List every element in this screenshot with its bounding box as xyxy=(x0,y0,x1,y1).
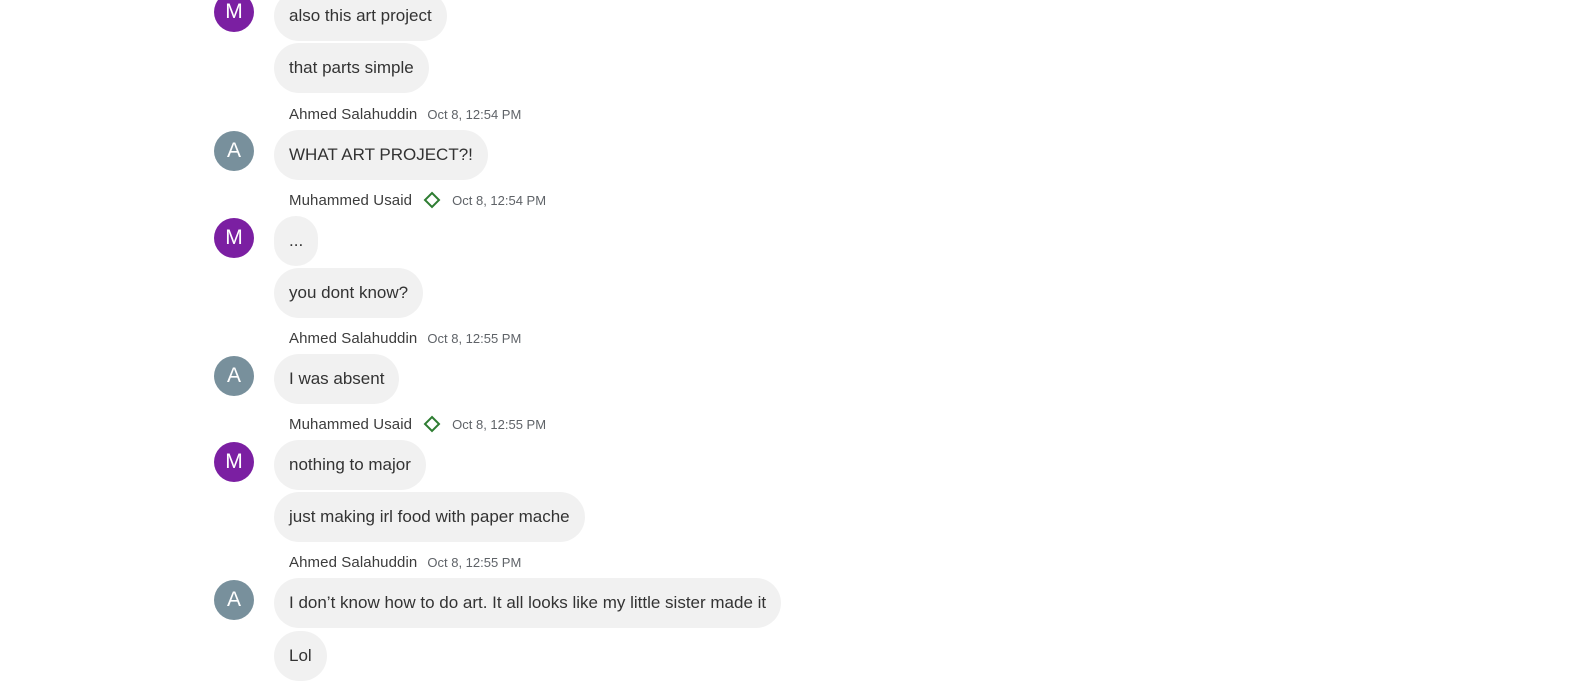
message-header: Ahmed Salahuddin Oct 8, 12:54 PM xyxy=(289,104,521,124)
message-header: Muhammed Usaid Oct 8, 12:54 PM xyxy=(289,190,546,210)
message-bubble[interactable]: you dont know? xyxy=(274,268,424,318)
message-bubble[interactable]: I don’t know how to do art. It all looks… xyxy=(274,578,782,628)
message-header: Ahmed Salahuddin Oct 8, 12:55 PM xyxy=(289,328,521,348)
message-bubble[interactable]: also this art project xyxy=(274,0,447,41)
sender-name[interactable]: Ahmed Salahuddin xyxy=(289,554,417,571)
message-bubble[interactable]: ... xyxy=(274,216,319,266)
message-bubble[interactable]: just making irl food with paper mache xyxy=(274,492,585,542)
diamond-outline-icon xyxy=(423,191,441,209)
message-bubble[interactable]: I was absent xyxy=(274,354,400,404)
sender-name[interactable]: Muhammed Usaid xyxy=(289,192,412,209)
diamond-outline-icon xyxy=(423,415,441,433)
message-bubble[interactable]: that parts simple xyxy=(274,43,429,93)
avatar[interactable]: A xyxy=(214,131,254,171)
message-bubble[interactable]: nothing to major xyxy=(274,440,426,490)
avatar[interactable]: M xyxy=(214,442,254,482)
message-bubble[interactable]: Lol xyxy=(274,631,327,681)
sender-name[interactable]: Ahmed Salahuddin xyxy=(289,330,417,347)
message-header: Ahmed Salahuddin Oct 8, 12:55 PM xyxy=(289,552,521,572)
sender-name[interactable]: Muhammed Usaid xyxy=(289,416,412,433)
message-timestamp: Oct 8, 12:54 PM xyxy=(452,192,547,208)
message-header: Muhammed Usaid Oct 8, 12:55 PM xyxy=(289,414,546,434)
message-timestamp: Oct 8, 12:54 PM xyxy=(427,106,522,122)
message-timestamp: Oct 8, 12:55 PM xyxy=(427,554,522,570)
message-bubble[interactable]: WHAT ART PROJECT?! xyxy=(274,130,488,180)
avatar[interactable]: M xyxy=(214,0,254,32)
avatar[interactable]: A xyxy=(214,356,254,396)
message-timestamp: Oct 8, 12:55 PM xyxy=(427,330,522,346)
sender-name[interactable]: Ahmed Salahuddin xyxy=(289,106,417,123)
avatar[interactable]: M xyxy=(214,218,254,258)
message-timestamp: Oct 8, 12:55 PM xyxy=(452,416,547,432)
avatar[interactable]: A xyxy=(214,580,254,620)
